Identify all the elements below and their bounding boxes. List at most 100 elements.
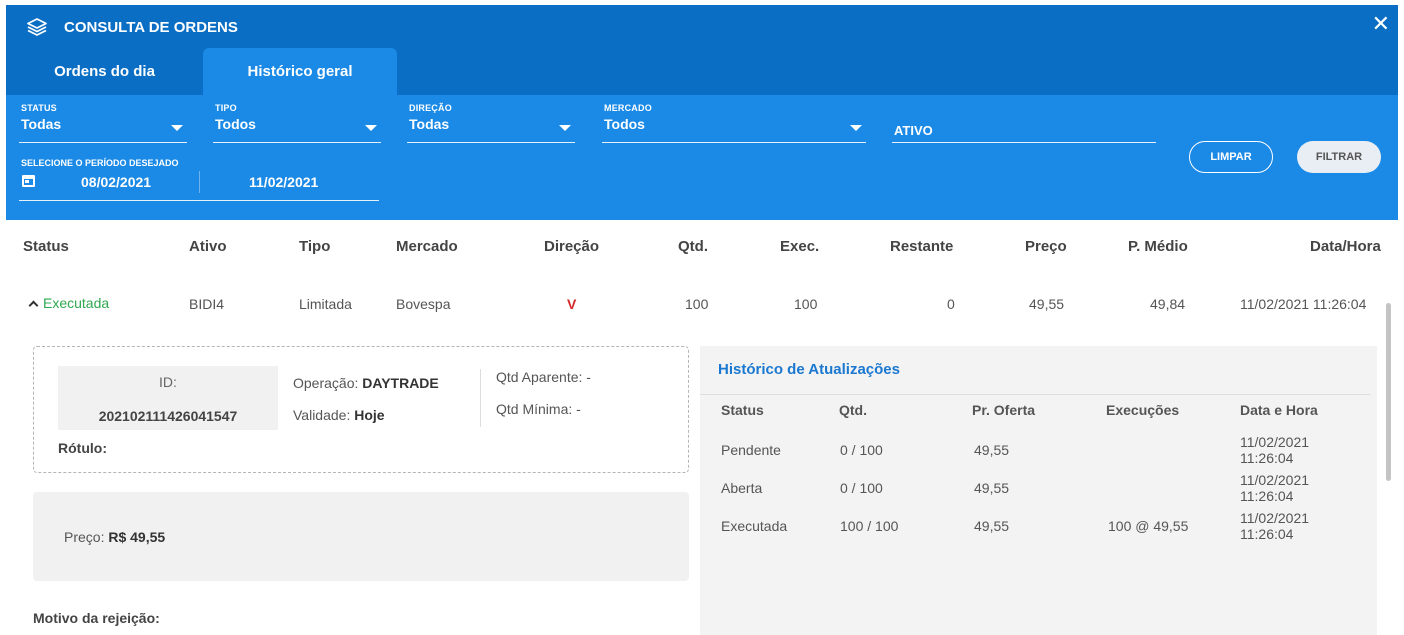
- col-data-hora[interactable]: Data/Hora: [1310, 238, 1381, 255]
- history-row: Aberta 0 / 100 49,55 11/02/2021 11:26:04: [700, 470, 1377, 506]
- col-exec[interactable]: Exec.: [780, 238, 819, 255]
- price-label: Preço:: [64, 529, 105, 545]
- history-qtd: 0 / 100: [840, 442, 883, 458]
- col-p-medio[interactable]: P. Médio: [1128, 238, 1188, 255]
- history-date: 11/02/2021: [1240, 434, 1310, 450]
- col-mercado[interactable]: Mercado: [396, 238, 458, 255]
- rotulo-label: Rótulo:: [58, 440, 107, 456]
- tipo-select[interactable]: TIPO Todos: [213, 95, 381, 143]
- history-status: Executada: [721, 518, 788, 534]
- history-status: Aberta: [721, 480, 763, 496]
- tab-historico-geral[interactable]: Histórico geral: [203, 48, 397, 95]
- row-tipo: Limitada: [299, 296, 352, 312]
- tab-ordens-do-dia[interactable]: Ordens do dia: [6, 48, 203, 95]
- col-tipo[interactable]: Tipo: [299, 238, 330, 255]
- history-oferta: 49,55: [974, 442, 1010, 458]
- row-status-text: Executada: [43, 295, 110, 311]
- history-qtd: 100 / 100: [840, 518, 899, 534]
- mercado-select-label: MERCADO: [604, 103, 652, 113]
- history-col-data: Data e Hora: [1240, 402, 1318, 418]
- history-col-qtd: Qtd.: [839, 402, 867, 418]
- history-status: Pendente: [721, 442, 781, 458]
- order-id-value: 202102111426041547: [98, 408, 238, 424]
- order-detail-card: ID: 202102111426041547 Rótulo: Operação:…: [33, 346, 689, 473]
- ativo-input[interactable]: ATIVO: [892, 111, 1156, 143]
- direcao-select[interactable]: DIREÇÃO Todas: [407, 95, 575, 143]
- clear-button[interactable]: LIMPAR: [1189, 141, 1273, 173]
- caret-down-icon: [365, 125, 377, 131]
- history-time: 11:26:04: [1240, 526, 1294, 542]
- period-picker[interactable]: SELECIONE O PERÍODO DESEJADO 08/02/2021 …: [19, 153, 379, 201]
- row-data-hora: 11/02/2021 11:26:04: [1240, 296, 1367, 312]
- title-text: CONSULTA DE ORDENS: [64, 18, 238, 36]
- row-status[interactable]: Executada: [28, 295, 110, 311]
- qtd-aparente: Qtd Aparente: -: [496, 369, 591, 385]
- layers-icon: [27, 18, 47, 36]
- tipo-select-value: Todos: [215, 116, 256, 132]
- col-direcao[interactable]: Direção: [544, 238, 599, 255]
- ativo-input-placeholder: ATIVO: [894, 123, 933, 138]
- vertical-scrollbar[interactable]: [1386, 303, 1391, 481]
- chevron-up-icon[interactable]: [28, 300, 39, 310]
- start-date[interactable]: 08/02/2021: [81, 174, 151, 190]
- row-qtd: 100: [685, 296, 709, 312]
- col-restante[interactable]: Restante: [890, 238, 953, 255]
- col-preco[interactable]: Preço: [1025, 238, 1067, 255]
- history-execucoes: 100 @ 49,55: [1108, 518, 1189, 534]
- history-col-oferta: Pr. Oferta: [972, 402, 1036, 418]
- row-ativo: BIDI4: [189, 296, 225, 312]
- direcao-select-label: DIREÇÃO: [409, 103, 452, 113]
- table-row[interactable]: Executada BIDI4 Limitada Bovespa V 100 1…: [0, 293, 1404, 317]
- history-date: 11/02/2021: [1240, 472, 1310, 488]
- history-row: Pendente 0 / 100 49,55 11/02/2021 11:26:…: [700, 432, 1377, 468]
- header-bar: CONSULTA DE ORDENS ✕ Ordens do dia Histó…: [6, 5, 1398, 95]
- col-ativo[interactable]: Ativo: [189, 238, 227, 255]
- status-select-value: Todas: [21, 116, 62, 132]
- calendar-icon[interactable]: [22, 175, 35, 187]
- order-id-box: ID: 202102111426041547: [58, 366, 278, 430]
- price-box: Preço: R$ 49,55: [33, 492, 689, 581]
- price-value: R$ 49,55: [108, 529, 166, 545]
- window-title: CONSULTA DE ORDENS: [26, 15, 238, 39]
- validade-field: Validade: Hoje: [293, 407, 385, 423]
- close-icon[interactable]: ✕: [1372, 13, 1390, 35]
- history-col-execucoes: Execuções: [1106, 402, 1180, 418]
- history-divider: [700, 394, 1370, 395]
- row-preco: 49,55: [1029, 296, 1065, 312]
- history-oferta: 49,55: [974, 480, 1010, 496]
- row-exec: 100: [794, 296, 818, 312]
- direcao-select-value: Todas: [409, 116, 450, 132]
- history-time: 11:26:04: [1240, 488, 1294, 504]
- history-col-status: Status: [721, 402, 764, 418]
- history-row: Executada 100 / 100 49,55 100 @ 49,55 11…: [700, 508, 1377, 544]
- validade-value: Hoje: [354, 407, 385, 423]
- col-qtd[interactable]: Qtd.: [678, 238, 708, 255]
- status-select-label: STATUS: [21, 103, 57, 113]
- caret-down-icon: [850, 125, 862, 131]
- tab-bar: Ordens do dia Histórico geral: [6, 48, 397, 95]
- row-mercado: Bovespa: [396, 296, 451, 312]
- status-select[interactable]: STATUS Todas: [19, 95, 187, 143]
- row-restante: 0: [947, 296, 955, 312]
- history-date: 11/02/2021: [1240, 510, 1310, 526]
- date-divider: [199, 171, 200, 193]
- row-p-medio: 49,84: [1150, 296, 1186, 312]
- filter-button[interactable]: FILTRAR: [1297, 141, 1381, 173]
- operacao-label: Operação:: [293, 375, 359, 391]
- caret-down-icon: [559, 125, 571, 131]
- col-status[interactable]: Status: [23, 238, 69, 255]
- update-history-panel: Histórico de Atualizações Status Qtd. Pr…: [700, 346, 1377, 635]
- detail-divider: [480, 369, 481, 427]
- period-label: SELECIONE O PERÍODO DESEJADO: [21, 158, 179, 168]
- price-field: Preço: R$ 49,55: [64, 529, 165, 545]
- tipo-select-label: TIPO: [215, 103, 237, 113]
- row-direcao: V: [567, 296, 577, 312]
- end-date[interactable]: 11/02/2021: [249, 174, 318, 190]
- history-time: 11:26:04: [1240, 450, 1294, 466]
- operacao-field: Operação: DAYTRADE: [293, 375, 439, 391]
- mercado-select-value: Todos: [604, 116, 645, 132]
- rejection-reason-label: Motivo da rejeição:: [33, 610, 160, 626]
- qtd-minima: Qtd Mínima: -: [496, 401, 581, 417]
- history-oferta: 49,55: [974, 518, 1010, 534]
- mercado-select[interactable]: MERCADO Todos: [602, 95, 866, 143]
